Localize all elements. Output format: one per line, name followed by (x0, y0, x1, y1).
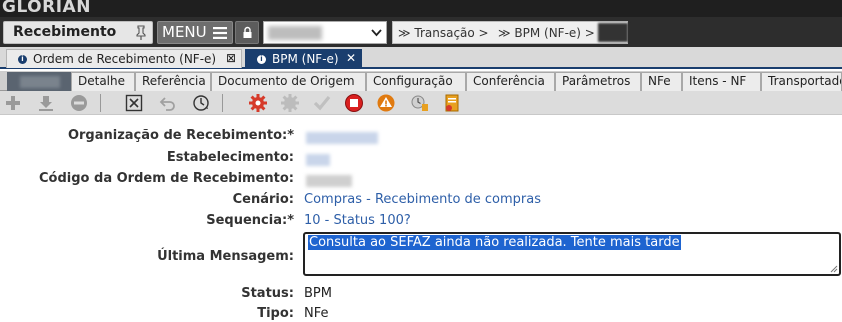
doc-tab-label: BPM (NF-e) (272, 52, 339, 66)
field-label: Sequencia:* (206, 213, 294, 228)
info-icon: i (257, 55, 266, 64)
field-label: Estabelecimento: (166, 150, 294, 165)
report-icon[interactable] (442, 93, 462, 113)
codigo-value-redacted (306, 175, 352, 187)
field-label: Tipo: (257, 306, 294, 321)
doc-tab-ordem-recebimento[interactable]: i Ordem de Recebimento (NF-e) ⊠ (6, 49, 242, 68)
tab-redacted[interactable] (7, 72, 71, 91)
field-label: Código da Ordem de Recebimento: (39, 171, 294, 186)
module-selector[interactable]: Recebimento (3, 21, 153, 44)
disabled-gear-icon[interactable] (280, 93, 300, 113)
resize-handle-icon[interactable] (830, 265, 838, 273)
sequencia-link[interactable]: 10 - Status 100? (304, 213, 411, 228)
breadcrumb: ≫ Transação > ≫ BPM (NF-e) > (392, 21, 628, 44)
tab-label: Documento de Origem (218, 74, 355, 88)
add-icon[interactable] (3, 93, 23, 113)
tab-label: Parâmetros (562, 74, 631, 88)
top-bar: Recebimento MENU ≫ Transação > ≫ BPM (NF… (0, 17, 842, 47)
remove-icon[interactable] (69, 93, 89, 113)
refresh-icon[interactable] (191, 93, 211, 113)
tab-label: Detalhe (78, 74, 126, 88)
lock-icon (243, 26, 252, 38)
organizacao-value-redacted (306, 132, 378, 144)
ultima-mensagem-textarea[interactable]: Consulta ao SEFAZ ainda não realizada. T… (303, 232, 841, 276)
toolbar-separator (100, 94, 101, 112)
breadcrumb-item-transacao[interactable]: ≫ Transação > (398, 26, 489, 40)
info-icon: i (18, 55, 27, 64)
close-icon[interactable]: ✕ (346, 51, 356, 65)
tab-transportador[interactable]: Transportador (761, 72, 842, 91)
breadcrumb-item-redacted (598, 23, 628, 42)
tab-detalhe[interactable]: Detalhe (71, 72, 135, 91)
tab-referencia[interactable]: Referência (135, 72, 211, 91)
tab-nfe[interactable]: NFe (641, 72, 682, 91)
doc-tab-label: Ordem de Recebimento (NF-e) (33, 52, 217, 66)
status-value: BPM (304, 286, 332, 301)
pin-icon[interactable] (135, 25, 147, 41)
menu-label: MENU (162, 23, 207, 41)
tab-label-redacted (20, 76, 60, 88)
history-icon[interactable] (410, 93, 430, 113)
menu-button[interactable]: MENU (157, 21, 233, 44)
doc-tab-bpm[interactable]: i BPM (NF-e) ✕ (245, 49, 362, 68)
stop-icon[interactable] (344, 93, 364, 113)
selected-message-text: Consulta ao SEFAZ ainda não realizada. T… (308, 235, 681, 250)
form-tab-bar: Detalhe Referência Documento de Origem C… (0, 71, 842, 91)
warning-icon[interactable] (376, 93, 396, 113)
check-icon[interactable] (312, 93, 332, 113)
tab-label: Configuração (373, 74, 453, 88)
chevron-down-icon (371, 29, 382, 37)
tab-documento-origem[interactable]: Documento de Origem (211, 72, 366, 91)
brand-logo: GLORIAN (2, 0, 91, 17)
tab-label: Conferência (473, 74, 545, 88)
field-label: Organização de Recebimento:* (67, 128, 294, 143)
hamburger-icon (213, 27, 227, 39)
tab-parametros[interactable]: Parâmetros (555, 72, 641, 91)
settings-gear-icon[interactable] (248, 93, 268, 113)
tab-label: Referência (142, 74, 206, 88)
cenario-link[interactable]: Compras - Recebimento de compras (304, 192, 541, 207)
tab-itens-nf[interactable]: Itens - NF (682, 72, 761, 91)
field-label: Status: (241, 286, 294, 301)
field-label: Última Mensagem: (157, 249, 294, 264)
tab-label: Transportador (768, 74, 841, 88)
close-window-icon[interactable] (124, 93, 144, 113)
field-label: Cenário: (232, 192, 294, 207)
brand-strip: GLORIAN (0, 0, 842, 17)
breadcrumb-item-bpm[interactable]: ≫ BPM (NF-e) > (498, 26, 595, 40)
toolbar-separator (222, 94, 223, 112)
lock-button[interactable] (235, 21, 259, 44)
download-icon[interactable] (36, 93, 56, 113)
tab-label: NFe (648, 74, 671, 88)
document-tab-bar: i Ordem de Recebimento (NF-e) ⊠ i BPM (N… (0, 47, 842, 69)
company-select[interactable] (263, 21, 387, 44)
undo-icon[interactable] (158, 93, 178, 113)
tab-label: Itens - NF (689, 74, 747, 88)
company-value-redacted (268, 26, 322, 40)
tab-configuracao[interactable]: Configuração (366, 72, 466, 91)
tab-conferencia[interactable]: Conferência (466, 72, 555, 91)
form-panel: Organização de Recebimento:* Estabelecim… (0, 118, 842, 322)
tipo-value: NFe (304, 306, 329, 321)
estabelecimento-value-redacted (306, 154, 330, 166)
module-label: Recebimento (13, 24, 117, 40)
close-icon[interactable]: ⊠ (226, 51, 236, 65)
action-toolbar (0, 91, 842, 115)
